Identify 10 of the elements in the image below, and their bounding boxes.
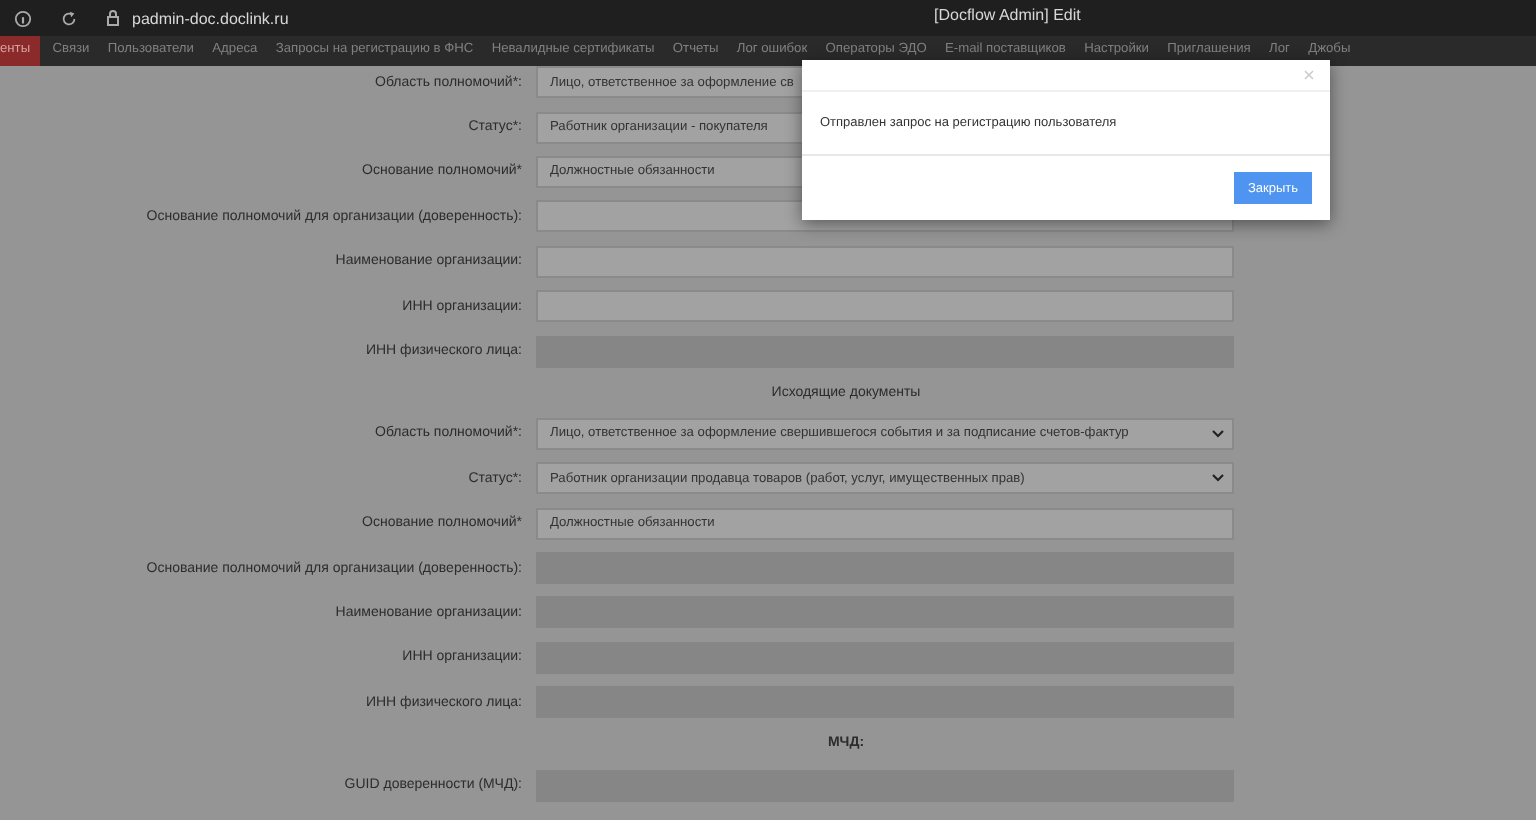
input-field[interactable] bbox=[536, 245, 1234, 278]
chevron-down-icon bbox=[1212, 474, 1224, 483]
chevron-down-icon bbox=[1212, 429, 1224, 438]
input-field[interactable] bbox=[536, 290, 1234, 323]
window-title: [Docflow Admin] Edit bbox=[934, 6, 1081, 24]
address-bar[interactable]: padmin-doc.doclink.ru bbox=[132, 9, 289, 27]
lock-icon bbox=[106, 10, 120, 26]
reload-icon[interactable] bbox=[60, 9, 78, 27]
close-icon[interactable] bbox=[1304, 70, 1314, 80]
info-icon[interactable] bbox=[14, 9, 32, 27]
